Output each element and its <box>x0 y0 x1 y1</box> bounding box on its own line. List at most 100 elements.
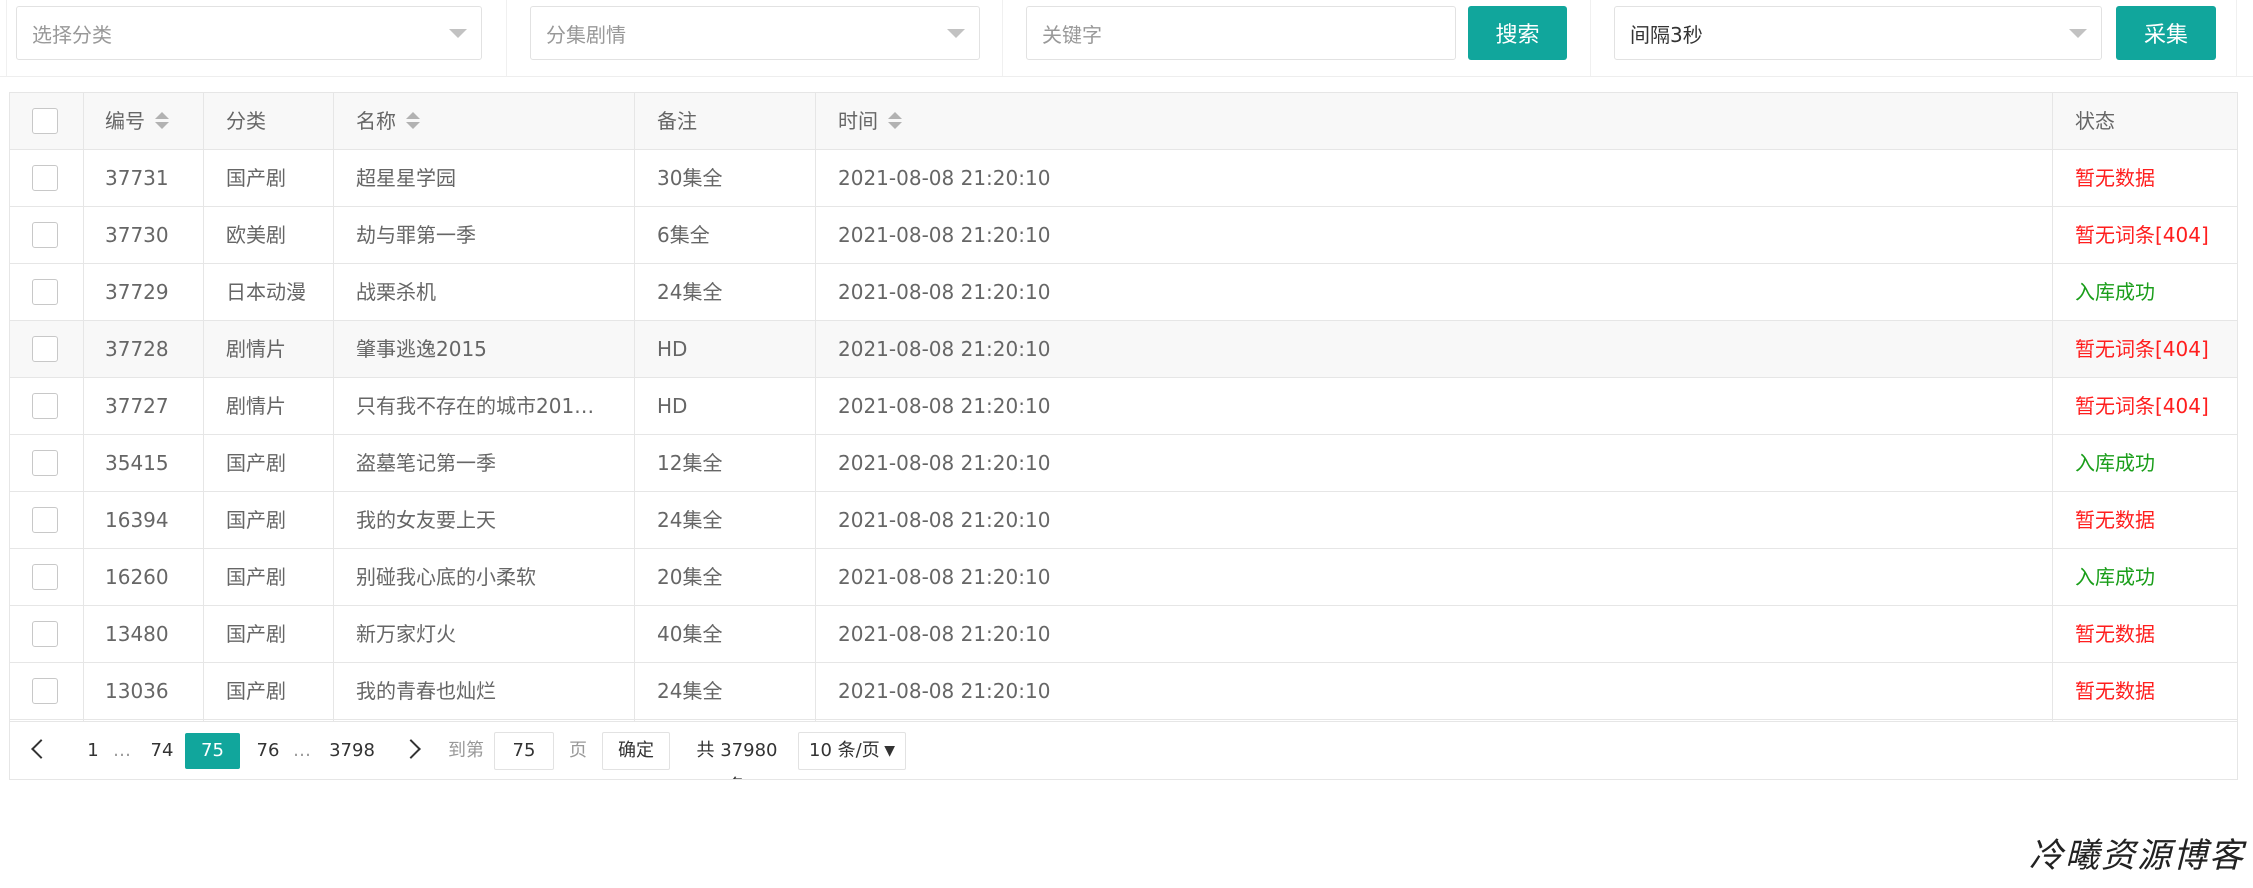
column-header-id[interactable]: 编号 <box>105 93 169 149</box>
table-row[interactable]: 37730 欧美剧 劫与罪第一季 6集全 2021-08-08 21:20:10 暂无词条… <box>10 207 2237 264</box>
row-checkbox[interactable] <box>32 564 58 590</box>
row-checkbox[interactable] <box>32 507 58 533</box>
row-checkbox[interactable] <box>32 450 58 476</box>
row-category: 剧情片 <box>226 394 286 418</box>
row-name: 战栗杀机 <box>356 280 436 304</box>
column-header-time-label: 时间 <box>838 109 878 133</box>
row-time: 2021-08-08 21:20:10 <box>838 565 1051 589</box>
row-id: 35415 <box>105 451 169 475</box>
row-id: 37727 <box>105 394 169 418</box>
row-status: 暂无数据 <box>2075 679 2155 703</box>
page-size-value: 10 条/页 <box>809 740 880 761</box>
row-status: 暂无数据 <box>2075 508 2155 532</box>
chevron-down-icon <box>2069 29 2087 38</box>
row-id: 13036 <box>105 679 169 703</box>
row-id: 37728 <box>105 337 169 361</box>
column-header-name[interactable]: 名称 <box>356 93 420 149</box>
page-last[interactable]: 3798 <box>322 733 382 769</box>
plot-select[interactable]: 分集剧情 <box>530 6 980 60</box>
page-prev-number[interactable]: 74 <box>142 733 182 769</box>
row-name: 别碰我心底的小柔软 <box>356 565 536 589</box>
data-table: 编号 分类 名称 备注 时间 状态 37731 国产剧 超星星学园 30集全 2021-… <box>9 92 2238 780</box>
row-note: 24集全 <box>657 280 723 304</box>
collect-button[interactable]: 采集 <box>2116 6 2216 60</box>
row-id: 37730 <box>105 223 169 247</box>
column-divider <box>203 93 204 721</box>
toolbar-divider <box>2236 0 2237 76</box>
column-header-name-label: 名称 <box>356 109 396 133</box>
interval-select[interactable]: 间隔3秒 <box>1614 6 2102 60</box>
goto-page-input[interactable]: 75 <box>494 732 554 770</box>
filter-toolbar: 选择分类 分集剧情 关键字 搜索 间隔3秒 采集 <box>0 0 2253 77</box>
table-row[interactable]: 13480 国产剧 新万家灯火 40集全 2021-08-08 21:20:10 暂无数据 <box>10 606 2237 663</box>
row-time: 2021-08-08 21:20:10 <box>838 451 1051 475</box>
row-category: 国产剧 <box>226 508 286 532</box>
chevron-down-icon <box>449 29 467 38</box>
column-header-note: 备注 <box>657 109 697 133</box>
row-status: 入库成功 <box>2075 565 2155 589</box>
category-select[interactable]: 选择分类 <box>16 6 482 60</box>
column-divider <box>634 93 635 721</box>
page-next-number[interactable]: 76 <box>250 733 286 769</box>
row-checkbox[interactable] <box>32 336 58 362</box>
pagination: 1 … 74 75 76 … 3798 到第 75 页 确定 共 37980 条… <box>10 721 2237 779</box>
row-note: 24集全 <box>657 508 723 532</box>
confirm-button[interactable]: 确定 <box>602 732 670 770</box>
row-checkbox[interactable] <box>32 165 58 191</box>
row-name: 我的青春也灿烂 <box>356 679 496 703</box>
sort-icon[interactable] <box>406 111 420 131</box>
row-category: 国产剧 <box>226 679 286 703</box>
toolbar-divider <box>1002 0 1003 76</box>
row-name: 盗墓笔记第一季 <box>356 451 496 475</box>
row-checkbox[interactable] <box>32 621 58 647</box>
row-note: 24集全 <box>657 679 723 703</box>
table-row[interactable]: 16394 国产剧 我的女友要上天 24集全 2021-08-08 21:20:10 暂无… <box>10 492 2237 549</box>
table-row[interactable]: 35415 国产剧 盗墓笔记第一季 12集全 2021-08-08 21:20:10 入库… <box>10 435 2237 492</box>
row-note: HD <box>657 394 688 418</box>
keyword-input[interactable]: 关键字 <box>1026 6 1456 60</box>
column-header-time[interactable]: 时间 <box>838 93 902 149</box>
plot-select-placeholder: 分集剧情 <box>546 22 626 47</box>
table-row[interactable]: 37729 日本动漫 战栗杀机 24集全 2021-08-08 21:20:10 入库成功 <box>10 264 2237 321</box>
row-id: 13480 <box>105 622 169 646</box>
page-size-select[interactable]: 10 条/页 ▼ <box>798 732 906 770</box>
page-first[interactable]: 1 <box>82 733 104 769</box>
table-row[interactable]: 13036 国产剧 我的青春也灿烂 24集全 2021-08-08 21:20:10 暂无… <box>10 663 2237 720</box>
row-category: 国产剧 <box>226 166 286 190</box>
total-count: 共 37980 条 <box>696 740 778 779</box>
page-ellipsis: … <box>293 740 311 761</box>
row-checkbox[interactable] <box>32 222 58 248</box>
column-header-status: 状态 <box>2075 109 2115 133</box>
toolbar-divider <box>506 0 507 76</box>
sort-icon[interactable] <box>888 111 902 131</box>
row-category: 日本动漫 <box>226 280 306 304</box>
dropdown-arrow-icon: ▼ <box>884 743 895 759</box>
select-all-checkbox[interactable] <box>32 108 58 134</box>
toolbar-divider <box>1590 0 1591 76</box>
row-status: 暂无数据 <box>2075 166 2155 190</box>
table-row[interactable]: 37731 国产剧 超星星学园 30集全 2021-08-08 21:20:10 暂无数据 <box>10 150 2237 207</box>
sort-icon[interactable] <box>155 111 169 131</box>
chevron-down-icon <box>947 29 965 38</box>
row-time: 2021-08-08 21:20:10 <box>838 679 1051 703</box>
row-status: 暂无词条[404] <box>2075 337 2209 361</box>
table-row[interactable]: 37727 剧情片 只有我不存在的城市201… HD 2021-08-08 21:20:… <box>10 378 2237 435</box>
column-divider <box>815 93 816 721</box>
row-checkbox[interactable] <box>32 279 58 305</box>
next-page-icon[interactable] <box>401 739 421 759</box>
row-checkbox[interactable] <box>32 678 58 704</box>
row-note: 20集全 <box>657 565 723 589</box>
row-category: 国产剧 <box>226 565 286 589</box>
row-category: 剧情片 <box>226 337 286 361</box>
page-current[interactable]: 75 <box>185 733 240 769</box>
row-checkbox[interactable] <box>32 393 58 419</box>
table-row[interactable]: 37728 剧情片 肇事逃逸2015 HD 2021-08-08 21:20:10 暂无词… <box>10 321 2237 378</box>
row-id: 37731 <box>105 166 169 190</box>
row-status: 暂无词条[404] <box>2075 223 2209 247</box>
row-name: 超星星学园 <box>356 166 456 190</box>
table-row[interactable]: 16260 国产剧 别碰我心底的小柔软 20集全 2021-08-08 21:20:10… <box>10 549 2237 606</box>
category-select-placeholder: 选择分类 <box>32 22 112 47</box>
prev-page-icon[interactable] <box>31 739 51 759</box>
search-button[interactable]: 搜索 <box>1468 6 1567 60</box>
row-name: 只有我不存在的城市201… <box>356 394 595 418</box>
